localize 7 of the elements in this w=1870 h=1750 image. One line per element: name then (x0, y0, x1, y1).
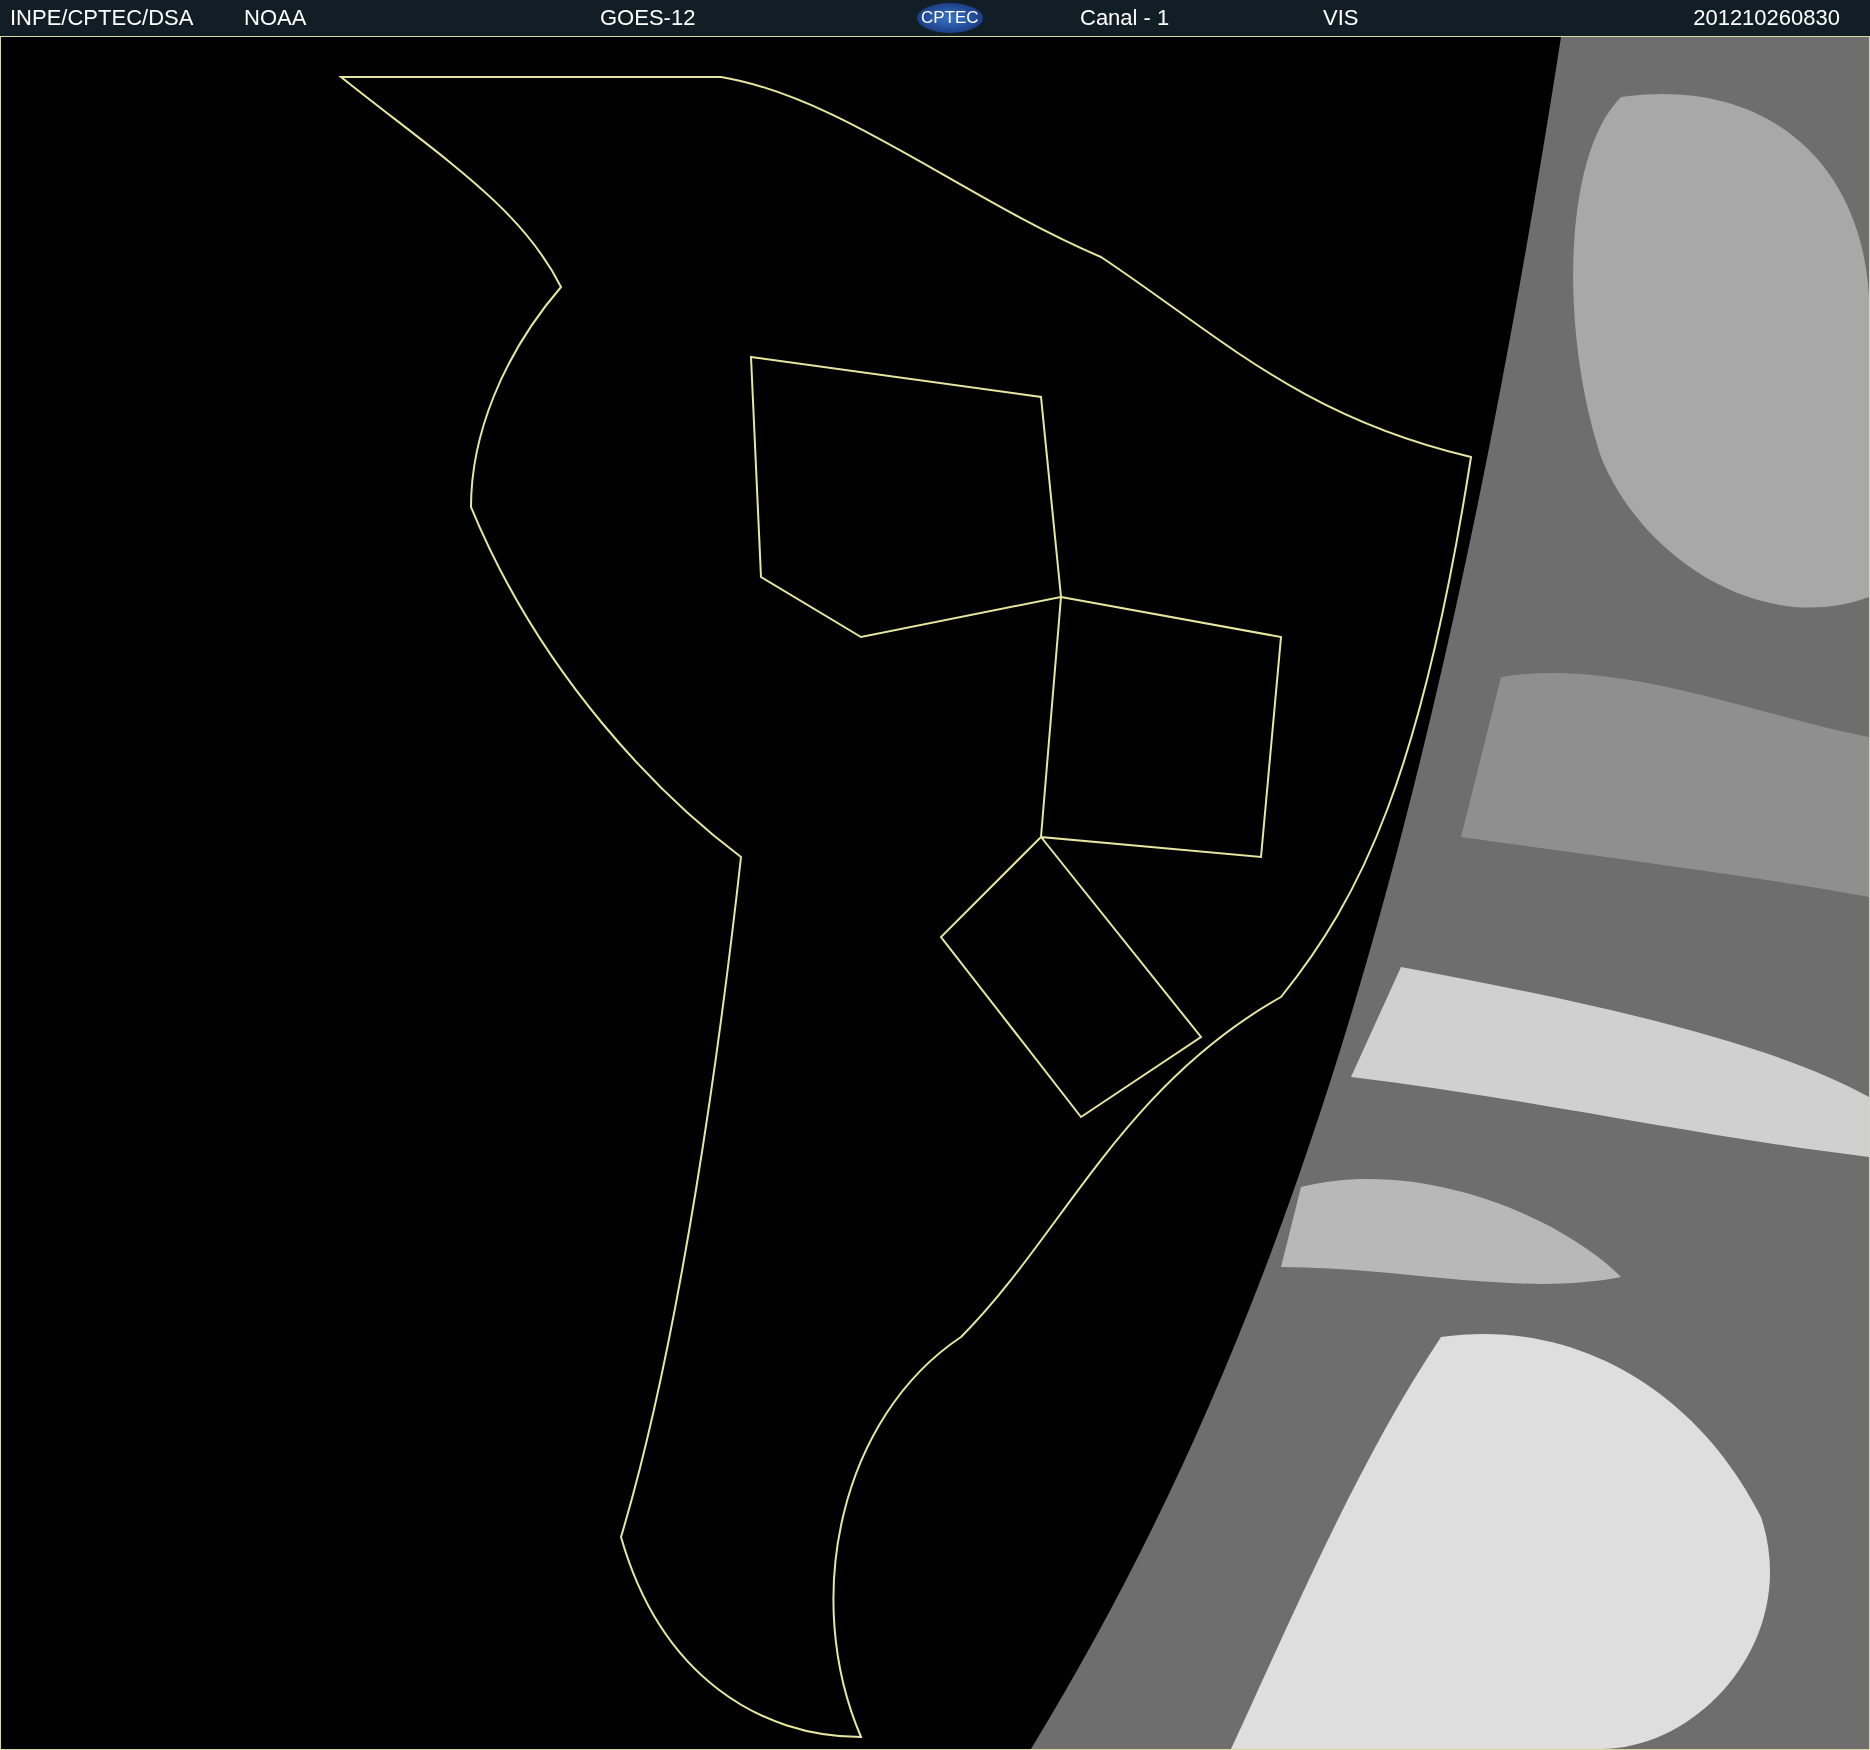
agency-label: NOAA (244, 5, 308, 31)
satellite-label: GOES-12 (600, 5, 697, 31)
channel-label: Canal - 1 (1080, 5, 1171, 31)
timestamp-label: 201210260830 (1693, 5, 1840, 31)
source-label: INPE/CPTEC/DSA (10, 5, 195, 31)
band-label: VIS (1323, 5, 1360, 31)
logo-badge: CPTEC (917, 3, 983, 33)
